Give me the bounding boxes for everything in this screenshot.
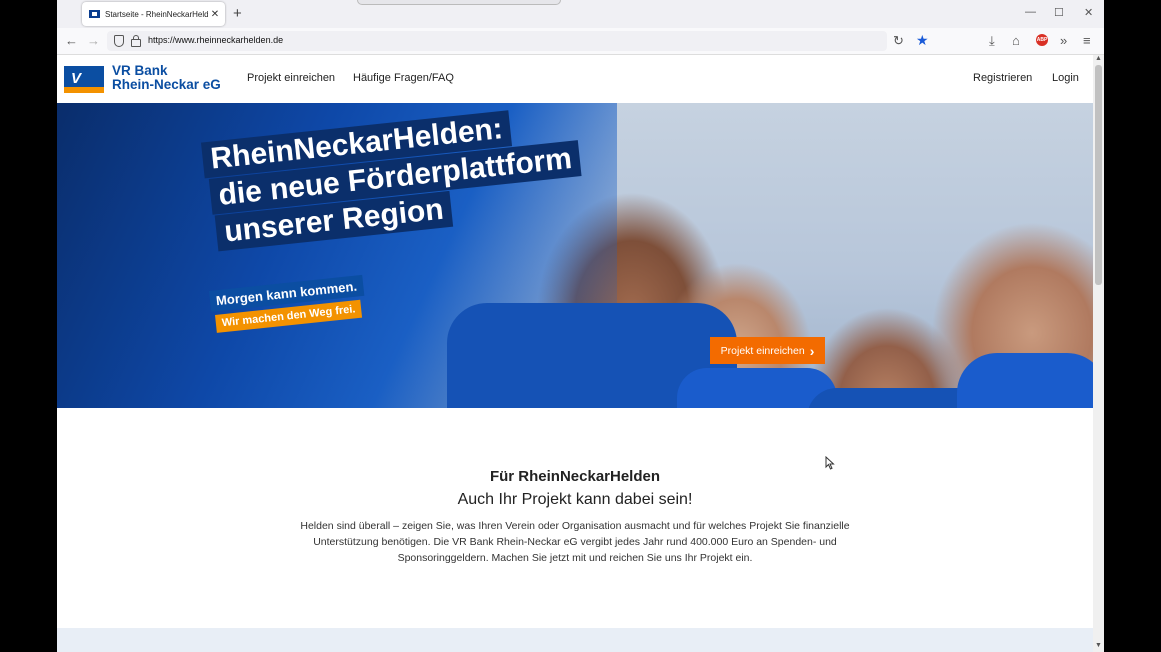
home-icon[interactable]: ⌂ — [1012, 33, 1020, 49]
logo-glyph: V — [71, 70, 82, 87]
forward-button[interactable]: → — [87, 33, 100, 49]
tracking-shield-icon[interactable] — [114, 35, 124, 47]
maximize-button[interactable]: ☐ — [1054, 6, 1064, 19]
adblock-icon[interactable]: ABP — [1036, 34, 1048, 46]
brand-line-2: Rhein-Neckar eG — [112, 77, 221, 92]
logo-orange-bar — [64, 87, 104, 93]
page-scrollbar[interactable]: ▲ ▼ — [1093, 55, 1104, 652]
section-paragraph: Helden sind überall – zeigen Sie, was Ih… — [300, 520, 850, 564]
next-section-band — [57, 628, 1093, 652]
section-subtitle: Auch Ihr Projekt kann dabei sein! — [457, 491, 693, 508]
navigation-toolbar: ← → https://www.rheinneckarhelden.de ★ ↻… — [57, 28, 1104, 55]
lock-icon[interactable] — [131, 35, 141, 47]
tab-title: Startseite - RheinNeckarHelden — [105, 9, 208, 19]
scroll-down-icon[interactable]: ▼ — [1093, 642, 1104, 649]
menu-icon[interactable]: ≡ — [1083, 33, 1091, 49]
nav-faq[interactable]: Häufige Fragen/FAQ — [353, 72, 454, 84]
brand-line-1: VR Bank — [112, 63, 168, 78]
nav-projekt-einreichen[interactable]: Projekt einreichen — [247, 72, 335, 84]
favicon-icon — [89, 10, 100, 18]
url-text[interactable]: https://www.rheinneckarhelden.de — [148, 35, 283, 45]
reload-button[interactable]: ↻ — [893, 33, 904, 49]
nav-registrieren[interactable]: Registrieren — [973, 72, 1032, 84]
mouse-cursor-icon — [825, 456, 835, 470]
minimize-button[interactable]: — — [1025, 6, 1036, 18]
browser-window: Startseite - RheinNeckarHelden ✕ + — ☐ ✕… — [57, 0, 1104, 652]
tab-strip: Startseite - RheinNeckarHelden ✕ + — ☐ ✕ — [57, 0, 1104, 28]
tab-startseite[interactable]: Startseite - RheinNeckarHelden ✕ — [82, 2, 225, 26]
download-icon[interactable]: ⤓ — [989, 33, 995, 49]
chevron-right-icon: › — [809, 342, 815, 359]
address-bar[interactable]: https://www.rheinneckarhelden.de ★ — [107, 31, 929, 51]
section-title: Für RheinNeckarHelden — [489, 468, 661, 485]
site-header: V VR Bank Rhein-Neckar eG Projekt einrei… — [57, 55, 1093, 103]
intro-section: Für RheinNeckarHelden Auch Ihr Projekt k… — [57, 408, 1093, 630]
scrollbar-thumb[interactable] — [1095, 65, 1102, 285]
close-window-button[interactable]: ✕ — [1084, 6, 1093, 19]
nav-login[interactable]: Login — [1052, 72, 1079, 84]
tab-close-icon[interactable]: ✕ — [208, 9, 222, 20]
hero-photo-jersey — [957, 353, 1093, 408]
scroll-up-icon[interactable]: ▲ — [1093, 55, 1104, 62]
brand-name[interactable]: VR Bank Rhein-Neckar eG — [112, 64, 221, 92]
back-button[interactable]: ← — [65, 33, 78, 49]
vr-bank-logo-icon[interactable]: V — [64, 66, 104, 93]
hero-banner: RheinNeckarHelden: die neue Förderplattf… — [57, 103, 1093, 408]
overflow-icon[interactable]: » — [1060, 33, 1067, 49]
new-tab-button[interactable]: + — [233, 5, 242, 22]
cta-label: Projekt einreichen — [720, 344, 805, 357]
window-drag-handle[interactable] — [357, 0, 561, 5]
cta-projekt-einreichen-button[interactable]: Projekt einreichen › — [710, 337, 825, 364]
bookmark-star-icon[interactable]: ★ — [916, 32, 929, 49]
